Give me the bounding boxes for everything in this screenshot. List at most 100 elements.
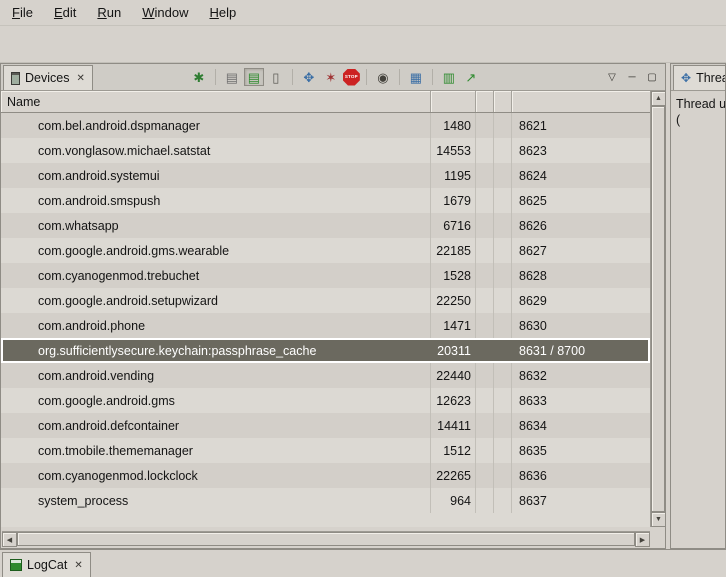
process-name-cell: com.android.smspush [1,188,431,213]
tab-threads[interactable]: ✥ Threads [673,65,726,90]
port-cell: 8637 [512,488,650,513]
scroll-right-icon[interactable]: ▶ [635,532,650,547]
column-header-spare1[interactable] [476,91,494,112]
scroll-down-icon[interactable]: ▼ [651,512,665,527]
pid-cell: 22250 [431,288,476,313]
table-row[interactable]: com.android.smspush 1679 8625 [1,188,650,213]
close-icon[interactable]: ✕ [72,560,82,571]
table-row[interactable]: com.cyanogenmod.trebuchet 1528 8628 [1,263,650,288]
close-icon[interactable]: ✕ [74,73,84,84]
threads-message-line1: Thread up [676,96,720,112]
threads-icon: ✥ [681,71,691,85]
horizontal-scrollbar[interactable]: ◀ ▶ [2,531,650,546]
table-row[interactable]: com.android.phone 1471 8630 [1,313,650,338]
tab-devices[interactable]: Devices ✕ [3,65,93,90]
toolbar-separator [399,69,400,85]
maximize-icon[interactable]: ▢ [644,69,660,85]
update-threads-icon[interactable]: ✥ [299,68,319,86]
screen-capture-icon[interactable]: ◉ [373,68,393,86]
table-row[interactable]: com.tmobile.thememanager 1512 8635 [1,438,650,463]
pid-cell: 20311 [431,338,476,363]
horizontal-scroll-thumb[interactable] [17,532,635,546]
threads-panel: ✥ Threads Thread up ( [670,63,726,549]
table-row[interactable]: system_process 964 8637 [1,488,650,513]
process-name-cell: com.cyanogenmod.lockclock [1,463,431,488]
empty-cell [476,238,494,263]
empty-cell [494,113,512,138]
toolbar-separator [215,69,216,85]
scroll-left-icon[interactable]: ◀ [2,532,17,547]
table-row[interactable]: com.google.android.setupwizard 22250 862… [1,288,650,313]
menu-window[interactable]: Window [134,1,196,24]
table-row[interactable]: com.vonglasow.michael.satstat 14553 8623 [1,138,650,163]
tab-logcat-label: LogCat [27,558,67,572]
table-row[interactable]: com.android.systemui 1195 8624 [1,163,650,188]
tab-logcat[interactable]: LogCat ✕ [2,552,91,577]
devices-toolbar: ✱▤▤▯✥✶STOP◉▦▥↗ [189,68,481,86]
port-cell: 8626 [512,213,650,238]
empty-cell [476,188,494,213]
devices-tabstrip: Devices ✕ ✱▤▤▯✥✶STOP◉▦▥↗ ▽─▢ [1,64,665,91]
port-cell: 8630 [512,313,650,338]
process-name-cell: com.android.systemui [1,163,431,188]
menu-run[interactable]: Run [89,1,129,24]
empty-cell [494,313,512,338]
pid-cell: 12623 [431,388,476,413]
column-header-spare2[interactable] [494,91,512,112]
port-cell: 8632 [512,363,650,388]
table-row[interactable]: com.cyanogenmod.lockclock 22265 8636 [1,463,650,488]
stop-process-icon[interactable]: STOP [343,69,360,86]
empty-cell [476,388,494,413]
debug-process-icon[interactable]: ✱ [189,68,209,86]
heap-updates-icon[interactable]: ▥ [439,68,459,86]
scroll-up-icon[interactable]: ▲ [651,91,665,106]
empty-cell [494,488,512,513]
view-menu-icon[interactable]: ▽ [604,69,620,85]
empty-cell [476,438,494,463]
pid-cell: 1480 [431,113,476,138]
port-cell: 8634 [512,413,650,438]
main-area: Devices ✕ ✱▤▤▯✥✶STOP◉▦▥↗ ▽─▢ Name com.be… [0,63,726,549]
port-cell: 8627 [512,238,650,263]
pid-cell: 1471 [431,313,476,338]
table-row[interactable]: com.bel.android.dspmanager 1480 8621 [1,113,650,138]
vertical-scroll-thumb[interactable] [651,106,665,512]
process-name-cell: com.whatsapp [1,213,431,238]
menu-edit[interactable]: Edit [46,1,84,24]
table-row[interactable]: org.sufficientlysecure.keychain:passphra… [1,338,650,363]
table-row[interactable]: com.google.android.gms.wearable 22185 86… [1,238,650,263]
graph-icon[interactable]: ↗ [461,68,481,86]
update-heap-icon[interactable]: ▤ [222,68,242,86]
empty-cell [494,288,512,313]
pid-cell: 22440 [431,363,476,388]
process-name-cell: org.sufficientlysecure.keychain:passphra… [1,338,431,363]
vertical-scrollbar[interactable]: ▲ ▼ [650,91,665,527]
port-cell: 8635 [512,438,650,463]
report-icon[interactable]: ▦ [406,68,426,86]
column-header-port[interactable] [512,91,650,112]
threads-message-line2: ( [676,112,720,128]
pid-cell: 6716 [431,213,476,238]
process-name-cell: system_process [1,488,431,513]
table-row[interactable]: com.android.vending 22440 8632 [1,363,650,388]
method-profiling-icon[interactable]: ✶ [321,68,341,86]
menu-file[interactable]: File [4,1,41,24]
pid-cell: 1679 [431,188,476,213]
dump-hprof-icon[interactable]: ▤ [244,68,264,86]
empty-cell [476,413,494,438]
table-row[interactable]: com.android.defcontainer 14411 8634 [1,413,650,438]
cause-gc-icon[interactable]: ▯ [266,68,286,86]
minimize-icon[interactable]: ─ [624,69,640,85]
port-cell: 8628 [512,263,650,288]
table-row[interactable]: com.google.android.gms 12623 8633 [1,388,650,413]
process-name-cell: com.android.phone [1,313,431,338]
menu-help[interactable]: Help [201,1,244,24]
table-row[interactable]: com.whatsapp 6716 8626 [1,213,650,238]
empty-cell [494,438,512,463]
port-cell: 8625 [512,188,650,213]
tab-devices-label: Devices [25,71,69,85]
pid-cell: 22265 [431,463,476,488]
column-header-name[interactable]: Name [1,91,431,112]
column-header-pid[interactable] [431,91,476,112]
empty-cell [476,163,494,188]
